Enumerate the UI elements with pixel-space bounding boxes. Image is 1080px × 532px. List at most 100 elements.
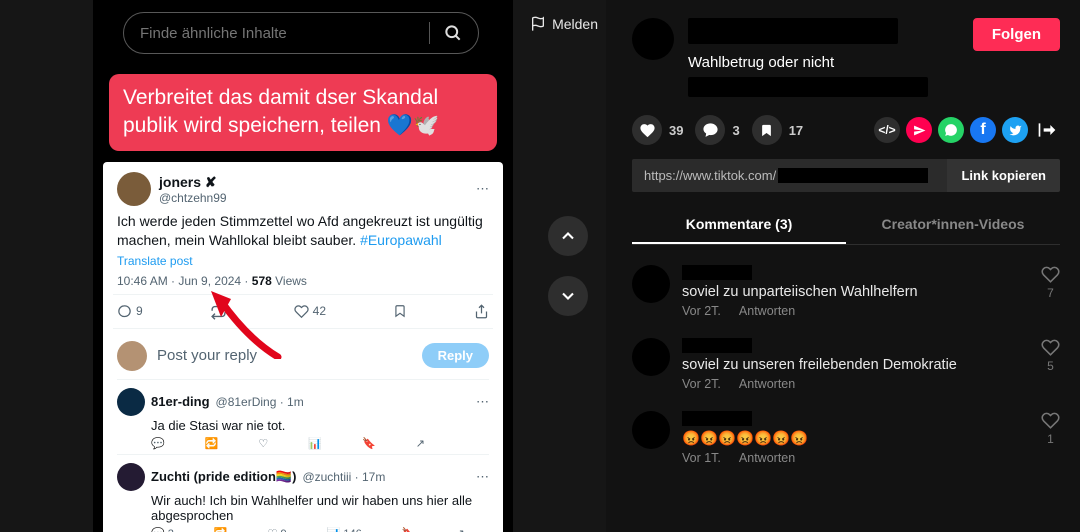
reply-actions: 💬 2🔁 ♡ 9📊 146 🔖↗ bbox=[151, 527, 489, 532]
comment-text: soviel zu unparteiischen Wahlhelfern bbox=[682, 284, 1029, 300]
like-count[interactable]: 42 bbox=[294, 304, 326, 319]
comment-like[interactable]: 5 bbox=[1041, 338, 1060, 391]
next-video-button[interactable] bbox=[548, 276, 588, 316]
like-stat[interactable]: 39 bbox=[632, 115, 683, 145]
comment-time: Vor 2T. bbox=[682, 377, 721, 391]
reply-placeholder[interactable]: Post your reply bbox=[157, 347, 412, 364]
comment-reply-button[interactable]: Antworten bbox=[739, 377, 795, 391]
search-divider bbox=[429, 22, 430, 44]
url-row: https://www.tiktok.com/ Link kopieren bbox=[632, 159, 1060, 192]
commenter-name-redacted bbox=[682, 265, 752, 280]
tweet-body: Ich werde jeden Stimmzettel wo Afd angek… bbox=[117, 212, 489, 250]
comment-icon bbox=[702, 122, 719, 139]
reply-count[interactable]: 9 bbox=[117, 304, 143, 319]
tweet-handle: @chtzehn99 bbox=[159, 191, 227, 205]
post-caption: Wahlbetrug oder nicht bbox=[688, 54, 959, 71]
reply-body: Ja die Stasi war nie tot. bbox=[151, 418, 489, 433]
tweet-author: joners ✘ bbox=[159, 174, 227, 191]
comment-like[interactable]: 7 bbox=[1041, 265, 1060, 318]
save-stat[interactable]: 17 bbox=[752, 115, 803, 145]
prev-video-button[interactable] bbox=[548, 216, 588, 256]
creator-name-redacted bbox=[688, 18, 898, 44]
tweet-avatar bbox=[117, 172, 151, 206]
commenter-avatar[interactable] bbox=[632, 338, 670, 376]
share-icon[interactable] bbox=[474, 304, 489, 319]
tweet-reply: 81er-ding @81erDing · 1m ⋯ Ja die Stasi … bbox=[117, 380, 489, 455]
copy-link-button[interactable]: Link kopieren bbox=[947, 159, 1060, 192]
heart-outline-icon bbox=[1041, 265, 1060, 284]
info-pane: Wahlbetrug oder nicht Folgen 39 3 17 </>… bbox=[606, 0, 1080, 532]
banner-line1: Verbreitet das damit dser Skandal bbox=[123, 86, 438, 109]
comment-reply-button[interactable]: Antworten bbox=[739, 304, 795, 318]
reply-body: Wir auch! Ich bin Wahlhelfer und wir hab… bbox=[151, 493, 489, 523]
chevron-up-icon bbox=[558, 226, 578, 246]
comment-item: soviel zu unparteiischen Wahlhelfern Vor… bbox=[632, 255, 1060, 328]
facebook-icon[interactable]: f bbox=[970, 117, 996, 143]
reply-more-icon[interactable]: ⋯ bbox=[476, 469, 489, 485]
comments-list: soviel zu unparteiischen Wahlhelfern Vor… bbox=[632, 255, 1060, 475]
twitter-icon[interactable] bbox=[1002, 117, 1028, 143]
tweet-more-icon[interactable]: ⋯ bbox=[476, 181, 489, 197]
heart-outline-icon bbox=[1041, 338, 1060, 357]
tab-comments[interactable]: Kommentare (3) bbox=[632, 206, 846, 244]
profile-row: Wahlbetrug oder nicht Folgen bbox=[632, 18, 1060, 97]
engagement-row: 39 3 17 </> f bbox=[632, 115, 1060, 145]
embedded-tweet: joners ✘ @chtzehn99 ⋯ Ich werde jeden St… bbox=[103, 162, 503, 532]
flag-icon bbox=[530, 16, 546, 32]
reply-more-icon[interactable]: ⋯ bbox=[476, 394, 489, 410]
report-button[interactable]: Melden bbox=[530, 16, 598, 32]
follow-button[interactable]: Folgen bbox=[973, 18, 1060, 51]
commenter-avatar[interactable] bbox=[632, 411, 670, 449]
heart-icon bbox=[639, 122, 656, 139]
search-input[interactable] bbox=[140, 25, 425, 42]
reply-author: Zuchti (pride edition🏳️‍🌈) bbox=[151, 469, 296, 485]
comment-item: soviel zu unseren freilebenden Demokrati… bbox=[632, 328, 1060, 401]
tweet-actions: 9 42 bbox=[113, 294, 493, 329]
banner-line2: publik wird speichern, teilen 💙🕊️ bbox=[123, 114, 439, 137]
tweet-meta: 10:46 AM · Jun 9, 2024 · 578 Views bbox=[117, 274, 489, 288]
reply-handle: @81erDing · 1m bbox=[216, 395, 304, 409]
search-bar[interactable] bbox=[123, 12, 479, 54]
video-column: Verbreitet das damit dser Skandal publik… bbox=[93, 0, 513, 532]
bookmark-icon bbox=[759, 123, 774, 138]
share-friends-icon[interactable] bbox=[906, 117, 932, 143]
post-meta-redacted bbox=[688, 77, 928, 97]
share-icons: </> f bbox=[874, 117, 1060, 143]
share-more-icon[interactable] bbox=[1034, 117, 1060, 143]
retweet-icon[interactable] bbox=[210, 303, 227, 320]
reply-composer[interactable]: Post your reply Reply bbox=[117, 333, 489, 380]
comment-reply-button[interactable]: Antworten bbox=[739, 451, 795, 465]
comment-time: Vor 2T. bbox=[682, 304, 721, 318]
commenter-avatar[interactable] bbox=[632, 265, 670, 303]
commenter-name-redacted bbox=[682, 338, 752, 353]
comment-like[interactable]: 1 bbox=[1041, 411, 1060, 465]
reply-actions: 💬 🔁 ♡ 📊 🔖↗ bbox=[151, 437, 489, 450]
translate-link[interactable]: Translate post bbox=[117, 254, 489, 268]
embed-icon[interactable]: </> bbox=[874, 117, 900, 143]
comment-time: Vor 1T. bbox=[682, 451, 721, 465]
video-pane: Verbreitet das damit dser Skandal publik… bbox=[0, 0, 606, 532]
comment-text: 😡😡😡😡😡😡😡 bbox=[682, 430, 1029, 447]
url-box[interactable]: https://www.tiktok.com/ bbox=[632, 159, 947, 192]
comment-stat[interactable]: 3 bbox=[695, 115, 739, 145]
reply-handle: @zuchtiii · 17m bbox=[302, 470, 385, 484]
tweet-reply: Zuchti (pride edition🏳️‍🌈) @zuchtiii · 1… bbox=[117, 455, 489, 532]
tweet-hashtag[interactable]: #Europawahl bbox=[360, 232, 442, 248]
my-avatar bbox=[117, 341, 147, 371]
commenter-name-redacted bbox=[682, 411, 752, 426]
search-icon bbox=[443, 23, 463, 43]
heart-outline-icon bbox=[1041, 411, 1060, 430]
url-redacted bbox=[778, 168, 928, 183]
whatsapp-icon[interactable] bbox=[938, 117, 964, 143]
reply-avatar bbox=[117, 463, 145, 491]
video-nav bbox=[548, 216, 588, 316]
comment-item: 😡😡😡😡😡😡😡 Vor 1T. Antworten 1 bbox=[632, 401, 1060, 475]
search-button[interactable] bbox=[434, 17, 472, 49]
creator-avatar[interactable] bbox=[632, 18, 674, 60]
comment-text: soviel zu unseren freilebenden Demokrati… bbox=[682, 357, 1029, 373]
reply-button[interactable]: Reply bbox=[422, 343, 489, 368]
chevron-down-icon bbox=[558, 286, 578, 306]
tabs: Kommentare (3) Creator*innen-Videos bbox=[632, 206, 1060, 245]
tab-creator-videos[interactable]: Creator*innen-Videos bbox=[846, 206, 1060, 244]
bookmark-icon[interactable] bbox=[393, 304, 407, 318]
